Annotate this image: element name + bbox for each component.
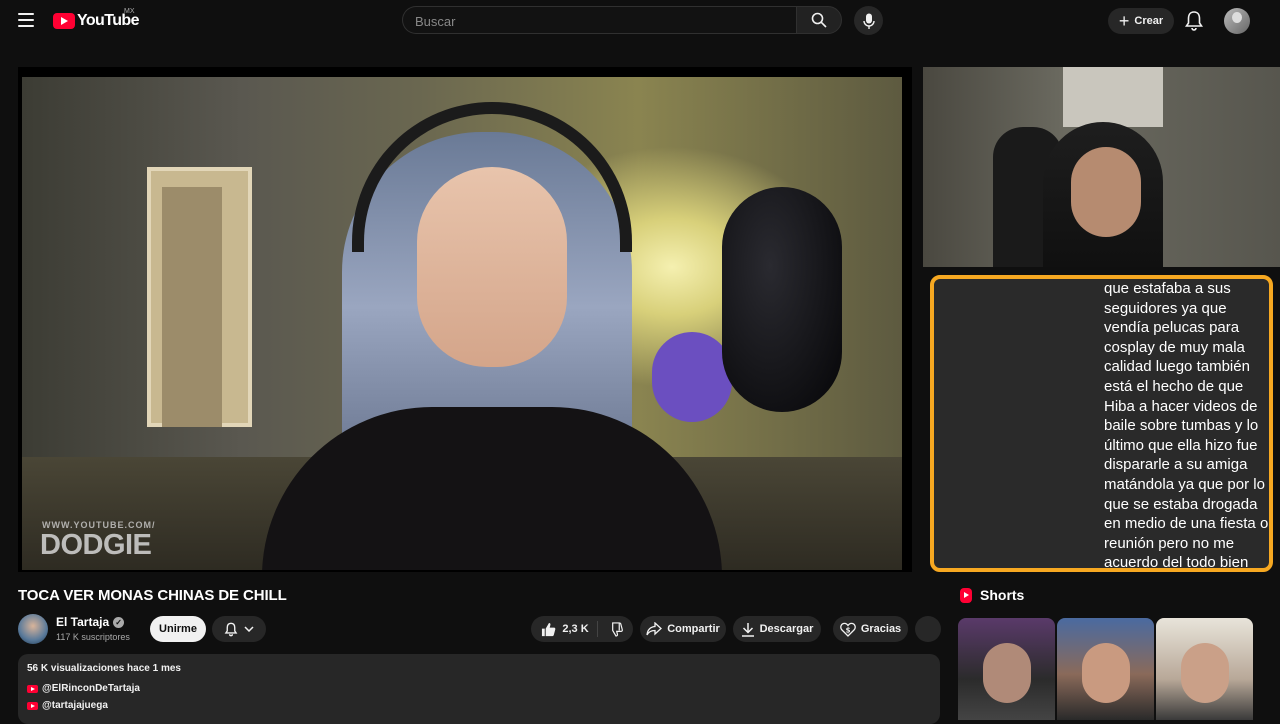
svg-text:$: $	[845, 626, 850, 634]
short-thumbnail[interactable]	[958, 618, 1055, 720]
share-label: Compartir	[667, 623, 720, 635]
search-input[interactable]	[403, 7, 777, 35]
join-button[interactable]: Unirme	[150, 616, 206, 642]
search-box	[402, 6, 796, 35]
more-actions-button[interactable]	[915, 616, 941, 642]
youtube-icon	[27, 684, 38, 693]
streamer-shirt	[262, 407, 722, 570]
video-title: TOCA VER MONAS CHINAS DE CHILL	[18, 587, 287, 604]
youtube-icon	[27, 701, 38, 710]
thanks-label: Gracias	[860, 623, 902, 635]
shorts-icon	[960, 587, 972, 603]
search-button[interactable]	[796, 6, 842, 34]
microphone-icon	[862, 13, 875, 29]
download-button[interactable]: Descargar	[733, 616, 821, 642]
like-button[interactable]: 2,3 K	[541, 621, 598, 637]
channel-avatar[interactable]	[18, 614, 48, 644]
watermark-channel: DODGIE	[40, 529, 152, 561]
shorts-heading: Shorts	[960, 587, 1024, 603]
create-button[interactable]: + Crear	[1108, 8, 1174, 34]
thanks-button[interactable]: $ Gracias	[833, 616, 908, 642]
account-avatar[interactable]	[1224, 8, 1250, 34]
description-link-text: @tartajajuega	[42, 700, 108, 711]
short-thumbnail[interactable]	[1057, 618, 1154, 720]
shorts-heading-text: Shorts	[980, 587, 1025, 603]
short-thumbnail-face	[1082, 643, 1130, 703]
voice-search-button[interactable]	[854, 6, 883, 35]
thumbs-up-icon	[542, 622, 556, 636]
thumbs-down-icon	[611, 621, 623, 637]
like-dislike-group: 2,3 K	[531, 616, 633, 642]
plus-icon: +	[1118, 11, 1130, 31]
pop-filter	[722, 187, 842, 412]
webcam-face	[1071, 147, 1141, 237]
channel-name: El Tartaja	[56, 615, 110, 629]
video-player[interactable]: WWW.YOUTUBE.COM/ DODGIE	[18, 67, 912, 572]
region-code: MX	[124, 8, 135, 15]
youtube-play-icon	[53, 13, 75, 29]
short-thumbnail-face	[983, 643, 1031, 703]
subscriber-count: 117 K suscriptores	[56, 632, 130, 642]
notifications-button[interactable]	[1184, 10, 1204, 32]
caption-text: que estafaba a sus seguidores ya que ven…	[1104, 280, 1269, 572]
menu-icon[interactable]	[18, 13, 34, 27]
share-icon	[646, 622, 663, 636]
background-doorway	[162, 187, 222, 427]
description-link-text: @ElRinconDeTartaja	[42, 683, 140, 694]
verified-icon: ✓	[113, 616, 125, 628]
chevron-down-icon	[244, 626, 254, 632]
description-link[interactable]: @ElRinconDeTartaja	[27, 683, 140, 694]
heart-dollar-icon: $	[839, 622, 856, 637]
short-thumbnail-face	[1181, 643, 1229, 703]
download-label: Descargar	[759, 623, 814, 635]
caption-overlay: que estafaba a sus seguidores ya que ven…	[930, 275, 1273, 572]
webcam-shelf	[1063, 67, 1163, 127]
gaming-chair	[652, 332, 732, 422]
description-box[interactable]: 56 K visualizaciones hace 1 mes @ElRinco…	[18, 654, 940, 724]
subscription-notifications-button[interactable]	[212, 616, 266, 642]
bell-icon	[1185, 11, 1203, 31]
channel-name-link[interactable]: El Tartaja ✓	[56, 615, 125, 629]
video-frame: WWW.YOUTUBE.COM/ DODGIE	[22, 77, 902, 570]
headphones	[352, 102, 632, 252]
webcam-overlay	[923, 67, 1280, 267]
share-button[interactable]: Compartir	[640, 616, 726, 642]
youtube-logo[interactable]: YouTube MX	[53, 8, 139, 31]
download-icon	[741, 622, 754, 637]
short-thumbnail[interactable]	[1156, 618, 1253, 720]
view-stats: 56 K visualizaciones hace 1 mes	[27, 663, 181, 674]
search-icon	[811, 12, 827, 28]
dislike-button[interactable]	[598, 621, 623, 637]
bell-icon	[224, 622, 238, 636]
description-link[interactable]: @tartajajuega	[27, 700, 108, 711]
like-count: 2,3 K	[562, 623, 589, 635]
create-label: Crear	[1134, 15, 1164, 27]
